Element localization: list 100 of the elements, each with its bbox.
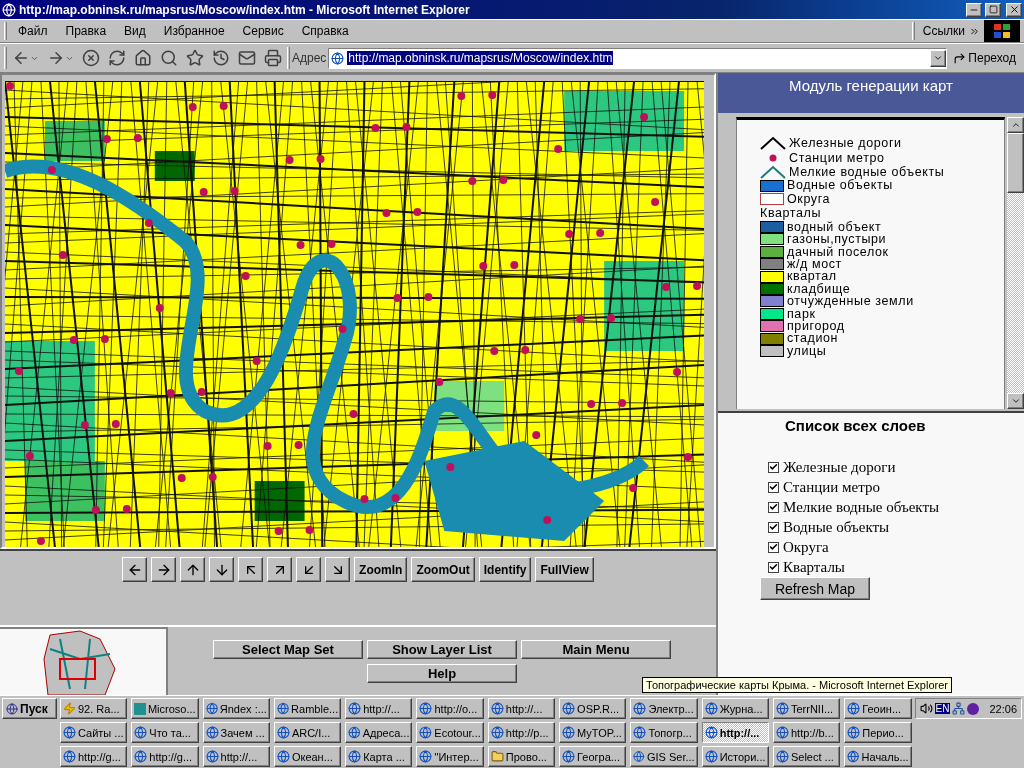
menu-item[interactable]: Файл — [11, 22, 55, 40]
taskbar-button[interactable]: Ramble... — [273, 698, 342, 719]
checkbox[interactable] — [768, 501, 779, 513]
pan-button[interactable] — [267, 557, 293, 582]
taskbar-button[interactable]: Select ... — [772, 746, 841, 767]
legend-label: квартал — [787, 270, 837, 283]
address-field[interactable]: http://map.obninsk.ru/mapsrus/Moscow/index.htm — [328, 47, 948, 69]
taskbar-button[interactable]: Перио... — [844, 722, 912, 743]
legend-label: Станции метро — [789, 151, 885, 164]
taskbar-button[interactable]: http://g... — [60, 746, 128, 767]
language-indicator[interactable]: EN — [934, 703, 951, 714]
taskbar-button[interactable]: http://g... — [131, 746, 199, 767]
taskbar-button[interactable]: Прово... — [487, 746, 556, 767]
taskbar-button[interactable]: http://... — [487, 698, 556, 719]
checkbox[interactable] — [768, 561, 779, 573]
browser-icon — [419, 726, 433, 739]
browser-icon — [2, 2, 16, 17]
menu-item[interactable]: Избранное — [156, 22, 232, 40]
checkbox[interactable] — [768, 521, 779, 533]
browser-icon — [847, 726, 861, 739]
taskbar-button[interactable]: http://... — [701, 722, 769, 743]
taskbar-button[interactable]: Журна... — [701, 698, 769, 719]
pan-button[interactable] — [325, 557, 351, 582]
scroll-up-button[interactable] — [1007, 117, 1024, 133]
taskbar-button[interactable]: Геоин... — [844, 698, 912, 719]
taskbar-button[interactable]: Что та... — [131, 722, 199, 743]
taskbar-button[interactable]: ARC/I... — [273, 722, 342, 743]
restore-icon — [988, 5, 998, 14]
page-button[interactable]: Show Layer List — [367, 640, 517, 659]
taskbar-button[interactable]: http://o... — [416, 698, 484, 719]
taskbar-button[interactable]: Ecotour... — [416, 722, 484, 743]
layer-label: Водные объекты — [783, 518, 890, 536]
minimize-button[interactable] — [966, 2, 982, 17]
legend-label: парк — [787, 307, 816, 321]
legend-label: ж/д мост — [787, 258, 842, 271]
taskbar-button[interactable]: Яndex :... — [202, 698, 270, 719]
taskbar-button[interactable]: OSP.R... — [559, 698, 627, 719]
close-button[interactable] — [1006, 2, 1022, 17]
taskbar-button[interactable]: Сайты ... — [60, 722, 128, 743]
taskbar-button[interactable]: MyTOP... — [559, 722, 627, 743]
scroll-down-button[interactable] — [1007, 393, 1024, 409]
pan-button[interactable] — [238, 557, 264, 582]
caret-icon — [1010, 396, 1021, 406]
browser-icon — [205, 702, 218, 715]
map-tool-button[interactable]: FullView — [535, 557, 594, 582]
pan-button[interactable] — [296, 557, 322, 582]
taskbar-button[interactable]: Адреса... — [345, 722, 413, 743]
taskbar-button[interactable]: Электр... — [630, 698, 698, 719]
taskbar-button[interactable]: TerrNII... — [772, 698, 841, 719]
restore-button[interactable] — [985, 2, 1001, 17]
pan-button[interactable] — [151, 557, 177, 582]
pan-button[interactable] — [209, 557, 235, 582]
refresh-map-button[interactable]: Refresh Map — [760, 577, 870, 600]
taskbar-button[interactable]: http://... — [202, 746, 270, 767]
module-header: Модуль генерации карт — [718, 73, 1024, 115]
scroll-thumb[interactable] — [1007, 133, 1024, 193]
map-tool-button[interactable]: ZoomIn — [354, 557, 408, 582]
taskbar-button[interactable]: Microso... — [131, 698, 199, 719]
checkbox[interactable] — [768, 481, 779, 493]
taskbar-button[interactable]: Истори... — [701, 746, 769, 767]
taskbar-button[interactable]: Геогра... — [559, 746, 627, 767]
network-icon — [952, 702, 966, 715]
stop-icon — [82, 49, 100, 67]
legend-label: водный объект — [787, 220, 882, 234]
menu-item[interactable]: Вид — [117, 22, 153, 40]
taskbar-button[interactable]: 92. Ra... — [60, 698, 128, 719]
page-button[interactable]: Help — [367, 664, 517, 683]
dropdown-button[interactable] — [930, 49, 947, 67]
page-button[interactable]: Select Map Set — [213, 640, 363, 659]
taskbar-button[interactable]: http://b... — [772, 722, 841, 743]
menu-item[interactable]: Сервис — [235, 22, 291, 40]
links-label[interactable]: Ссылки — [918, 24, 965, 38]
taskbar-button[interactable]: "Интер... — [416, 746, 484, 767]
legend-label: пригород — [787, 319, 845, 333]
browser-icon — [419, 750, 433, 763]
menu-item[interactable]: Правка — [58, 22, 114, 40]
taskbar-button[interactable]: Океан... — [273, 746, 342, 767]
taskbar-button[interactable]: http://p... — [487, 722, 556, 743]
map-tool-button[interactable]: Identify — [478, 557, 532, 582]
browser-icon — [348, 726, 361, 739]
start-button[interactable]: Пуск — [2, 698, 57, 719]
legend-label: дачный поселок — [787, 245, 889, 259]
taskbar-button[interactable]: Карта ... — [345, 746, 413, 767]
browser-icon — [633, 750, 645, 763]
map-tool-button[interactable]: ZoomOut — [411, 557, 475, 582]
checkbox[interactable] — [768, 541, 779, 553]
taskbar-button[interactable]: Началь... — [844, 746, 912, 767]
taskbar-button[interactable]: http://... — [345, 698, 413, 719]
menu-item[interactable]: Справка — [294, 22, 356, 40]
pan-button[interactable] — [122, 557, 148, 582]
taskbar-button[interactable]: GIS Ser... — [630, 746, 698, 767]
go-arrow-icon — [953, 51, 967, 65]
checkbox[interactable] — [768, 461, 779, 473]
browser-icon — [775, 750, 789, 763]
pan-button[interactable] — [180, 557, 206, 582]
taskbar-button[interactable]: Зачем ... — [202, 722, 270, 743]
page-button[interactable]: Main Menu — [521, 640, 671, 659]
go-button[interactable]: Переход — [949, 51, 1020, 65]
taskbar-button[interactable]: Топогр... — [630, 722, 698, 743]
lightning-icon — [63, 702, 76, 715]
